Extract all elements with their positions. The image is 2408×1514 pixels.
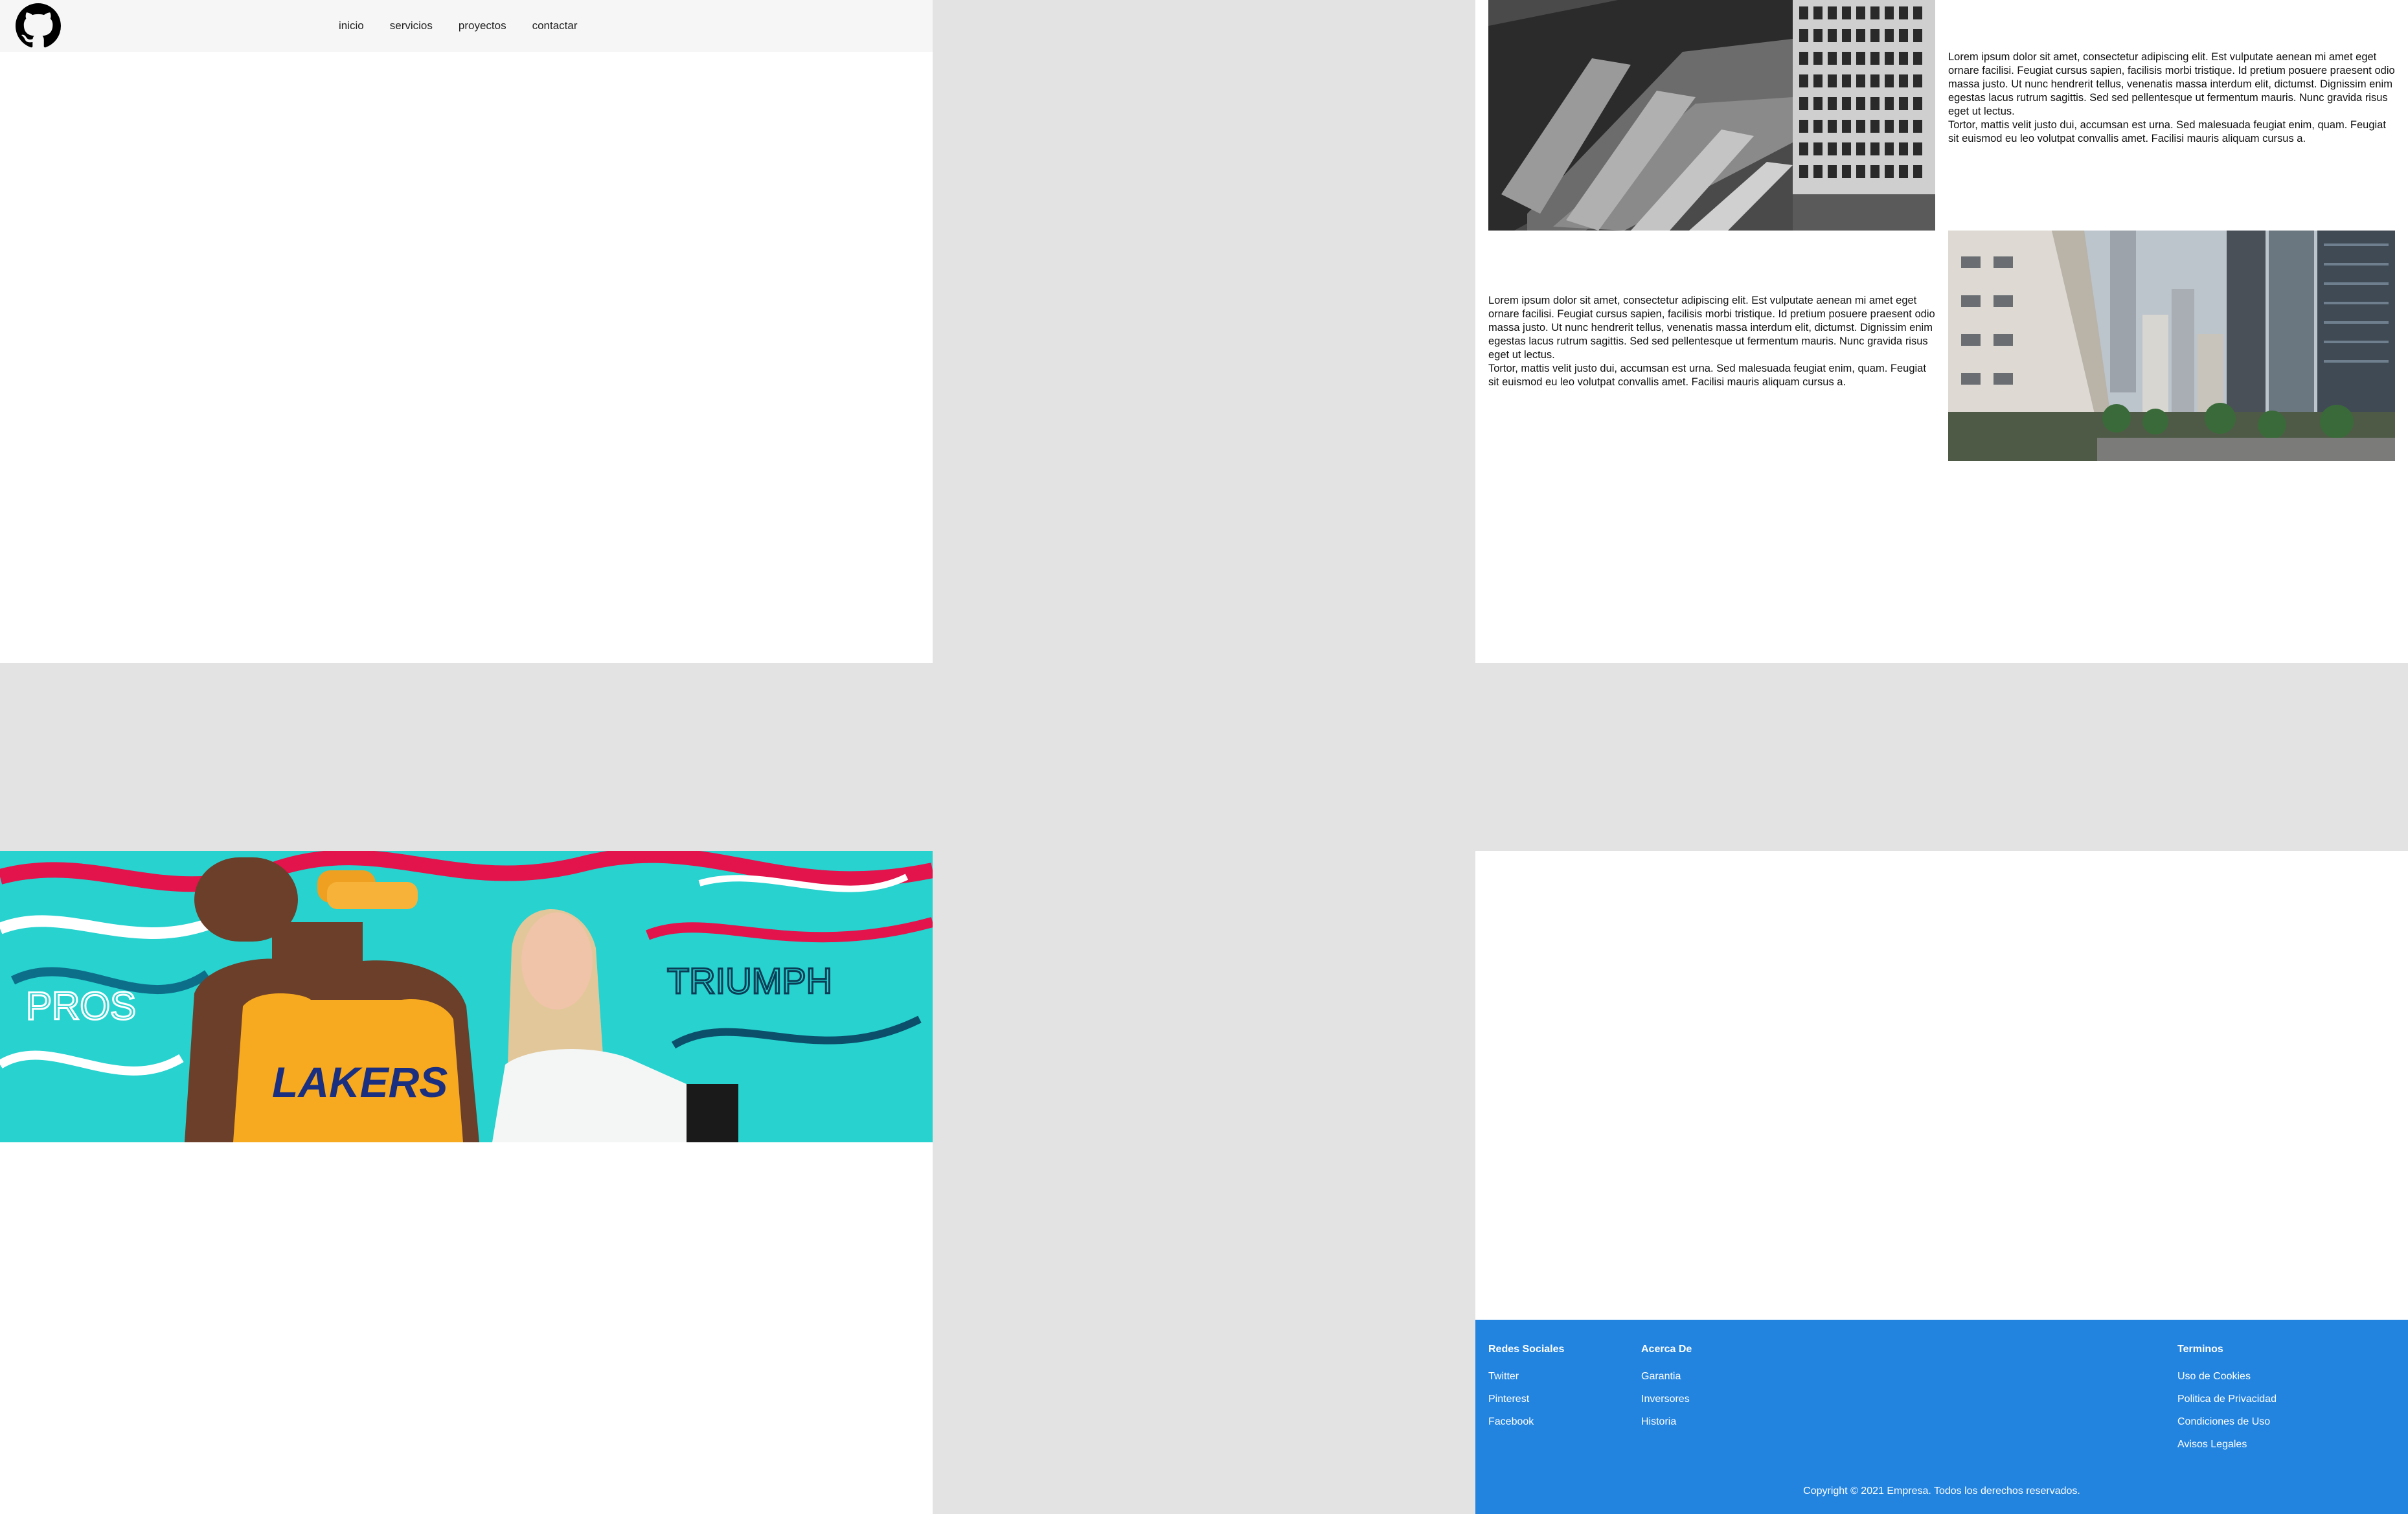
- footer-link-condiciones[interactable]: Condiciones de Uso: [2177, 1416, 2277, 1429]
- footer: Redes Sociales Twitter Pinterest Faceboo…: [1475, 1320, 2408, 1514]
- footer-link-facebook[interactable]: Facebook: [1488, 1416, 1564, 1429]
- footer-heading: Terminos: [2177, 1344, 2223, 1355]
- footer-link-pinterest[interactable]: Pinterest: [1488, 1393, 1564, 1406]
- footer-link-inversores[interactable]: Inversores: [1641, 1393, 1692, 1406]
- paragraph: Lorem ipsum dolor sit amet, consectetur …: [1488, 295, 1935, 361]
- graffiti-triumph: TRIUMPH: [667, 960, 832, 1001]
- frame-banner: PROS TRIUMPH LAKERS: [0, 851, 933, 1514]
- text-block-2: Lorem ipsum dolor sit amet, consectetur …: [1488, 294, 1938, 389]
- jersey-lakers: LAKERS: [272, 1058, 448, 1106]
- frame-navbar: inicio servicios proyectos contactar: [0, 0, 933, 663]
- github-icon[interactable]: [16, 3, 61, 49]
- footer-link-cookies[interactable]: Uso de Cookies: [2177, 1370, 2277, 1383]
- nav-link-servicios[interactable]: servicios: [390, 19, 433, 32]
- text-block-1: Lorem ipsum dolor sit amet, consectetur …: [1948, 51, 2398, 146]
- footer-link-privacidad[interactable]: Politica de Privacidad: [2177, 1393, 2277, 1406]
- footer-link-avisos-legales[interactable]: Avisos Legales: [2177, 1438, 2277, 1451]
- svg-text:PROS: PROS: [26, 984, 136, 1028]
- paragraph: Tortor, mattis velit justo dui, accumsan…: [1488, 363, 1926, 388]
- nav-menu: inicio servicios proyectos contactar: [339, 0, 578, 52]
- frame-content: Lorem ipsum dolor sit amet, consectetur …: [1475, 0, 2408, 663]
- footer-column-about: Acerca De Garantia Inversores Historia: [1641, 1343, 1692, 1438]
- footer-link-garantia[interactable]: Garantia: [1641, 1370, 1692, 1383]
- nav-link-proyectos[interactable]: proyectos: [459, 19, 506, 32]
- nav-link-contactar[interactable]: contactar: [532, 19, 578, 32]
- footer-link-historia[interactable]: Historia: [1641, 1416, 1692, 1429]
- frame-footer: Redes Sociales Twitter Pinterest Faceboo…: [1475, 851, 2408, 1514]
- hero-banner-photo: PROS TRIUMPH LAKERS: [0, 851, 933, 1142]
- footer-heading: Acerca De: [1641, 1344, 1692, 1355]
- footer-column-social: Redes Sociales Twitter Pinterest Faceboo…: [1488, 1343, 1564, 1438]
- footer-column-terms: Terminos Uso de Cookies Politica de Priv…: [2177, 1343, 2277, 1461]
- footer-heading: Redes Sociales: [1488, 1344, 1565, 1355]
- city-street-photo: [1948, 231, 2395, 461]
- paragraph: Tortor, mattis velit justo dui, accumsan…: [1948, 119, 2386, 144]
- building-photo-bw: [1488, 0, 1935, 231]
- navbar: inicio servicios proyectos contactar: [0, 0, 933, 52]
- copyright-text: Copyright © 2021 Empresa. Todos los dere…: [1803, 1486, 2080, 1497]
- footer-link-twitter[interactable]: Twitter: [1488, 1370, 1564, 1383]
- paragraph: Lorem ipsum dolor sit amet, consectetur …: [1948, 51, 2395, 117]
- nav-link-inicio[interactable]: inicio: [339, 19, 364, 32]
